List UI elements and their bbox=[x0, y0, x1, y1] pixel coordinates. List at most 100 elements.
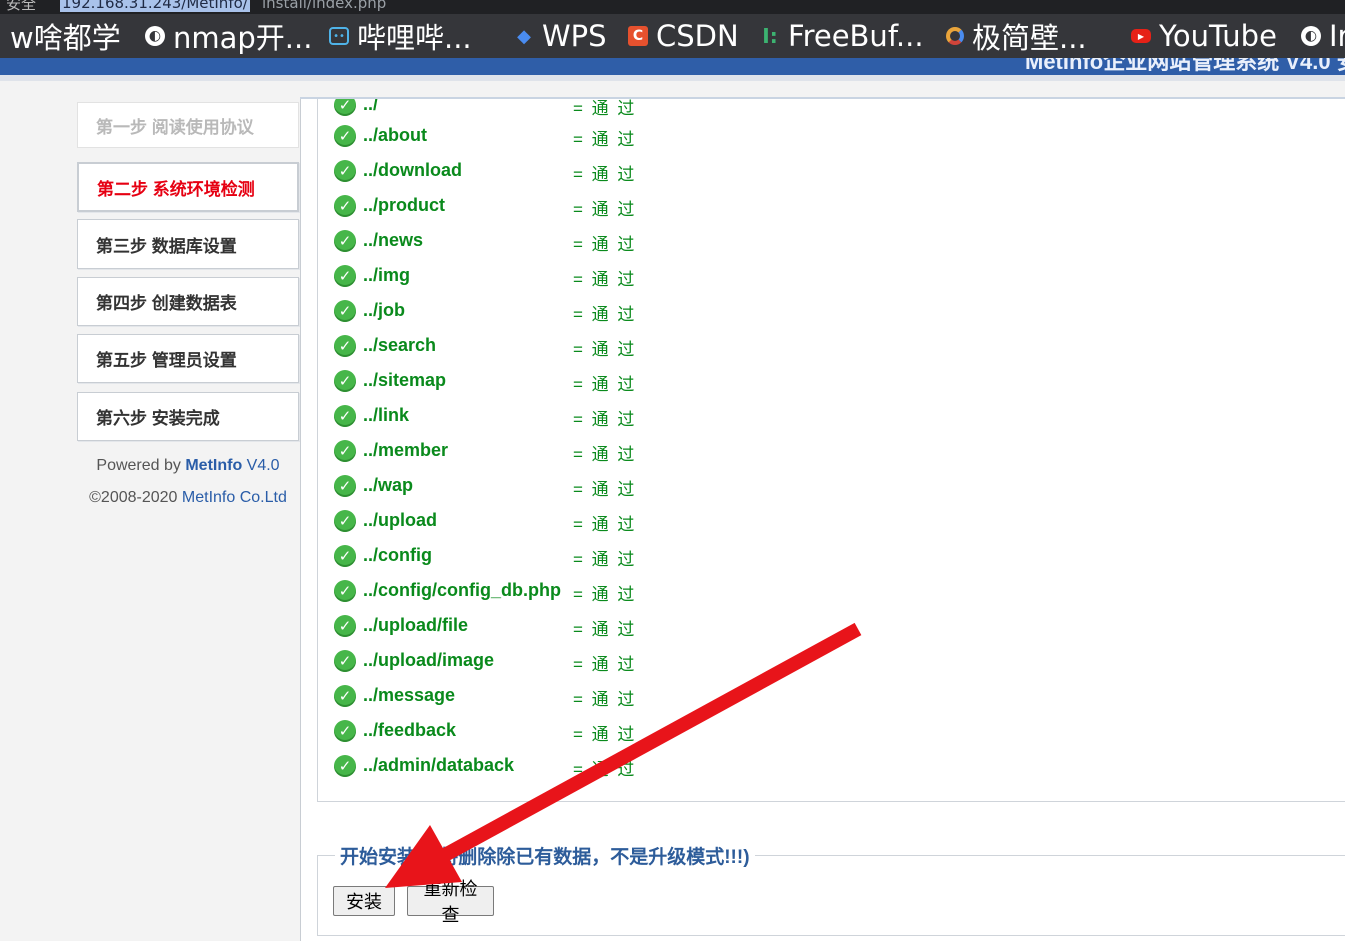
page-header: MetInfo企业网站管理系统 V4.0 安装 bbox=[0, 58, 1345, 75]
bookmark-label: WPS bbox=[542, 19, 607, 53]
check-result: = 通 过 bbox=[573, 585, 637, 604]
url-selected-text[interactable]: 192.168.31.243/MetInfo/ bbox=[60, 0, 250, 12]
check-row: ✓ ../sitemap = 通 过 bbox=[334, 366, 634, 396]
globe-icon: ◐ bbox=[1301, 26, 1321, 46]
bookmark-label: FreeBuf... bbox=[788, 19, 924, 53]
bookmark-item[interactable]: ▶ YouTube bbox=[1131, 14, 1277, 58]
check-pass-icon: ✓ bbox=[334, 755, 356, 777]
step-install-complete[interactable]: 第六步 安装完成 bbox=[77, 392, 299, 441]
metinfo-link[interactable]: MetInfo bbox=[185, 457, 242, 474]
step-create-tables[interactable]: 第四步 创建数据表 bbox=[77, 277, 299, 326]
check-row: ✓ ../download = 通 过 bbox=[334, 156, 634, 186]
check-path: ../wap bbox=[363, 475, 414, 495]
check-pass-icon: ✓ bbox=[334, 125, 356, 147]
check-path: ../feedback bbox=[363, 720, 457, 740]
bookmark-item[interactable]: ◐ Ir bbox=[1301, 14, 1345, 58]
check-pass-icon: ✓ bbox=[334, 650, 356, 672]
check-row: ✓ ../link = 通 过 bbox=[334, 401, 634, 431]
check-pass-icon: ✓ bbox=[334, 720, 356, 742]
metinfo-company-link[interactable]: MetInfo Co.Ltd bbox=[182, 489, 287, 506]
check-path: ../member bbox=[363, 440, 449, 460]
check-row: ✓ ../admin/databack = 通 过 bbox=[334, 751, 634, 781]
check-result: = 通 过 bbox=[573, 725, 637, 744]
bookmark-item[interactable]: w啥都学 bbox=[10, 14, 121, 58]
check-row: ✓ ../about = 通 过 bbox=[334, 121, 634, 151]
page-title: MetInfo企业网站管理系统 V4.0 安装 bbox=[1025, 58, 1345, 74]
check-pass-icon: ✓ bbox=[334, 510, 356, 532]
check-result: = 通 过 bbox=[573, 620, 637, 639]
bookmark-item[interactable]: I: FreeBuf... bbox=[760, 14, 924, 58]
jijian-icon bbox=[946, 27, 964, 45]
bookmark-label: Ir bbox=[1329, 19, 1345, 53]
install-button[interactable]: 安装 bbox=[333, 886, 395, 916]
check-result: = 通 过 bbox=[573, 410, 637, 429]
check-row: ✓ ../upload/file = 通 过 bbox=[334, 611, 634, 641]
youtube-icon: ▶ bbox=[1131, 29, 1151, 43]
check-result: = 通 过 bbox=[573, 690, 637, 709]
check-path: ../upload/file bbox=[363, 615, 469, 635]
csdn-icon: C bbox=[628, 26, 648, 46]
check-result: = 通 过 bbox=[573, 480, 637, 499]
check-result: = 通 过 bbox=[573, 375, 637, 394]
check-path: ../message bbox=[363, 685, 456, 705]
step-environment-check[interactable]: 第二步 系统环境检测 bbox=[77, 162, 299, 212]
bookmark-item[interactable]: 极简壁... bbox=[946, 14, 1087, 58]
check-path: ../admin/databack bbox=[363, 755, 515, 775]
freebuf-icon: I: bbox=[762, 24, 778, 48]
check-result: = 通 过 bbox=[573, 270, 637, 289]
bookmark-label: nmap开... bbox=[173, 21, 313, 55]
panel-top-border bbox=[300, 97, 1345, 99]
copyright-text: ©2008-2020 bbox=[89, 489, 182, 506]
step-database-settings[interactable]: 第三步 数据库设置 bbox=[77, 219, 299, 269]
recheck-button[interactable]: 重新检查 bbox=[407, 879, 494, 926]
check-pass-icon: ✓ bbox=[334, 300, 356, 322]
check-pass-icon: ✓ bbox=[334, 335, 356, 357]
check-row: ✓ ../member = 通 过 bbox=[334, 436, 634, 466]
bookmark-item[interactable]: ◐ nmap开... bbox=[145, 14, 312, 58]
url-text[interactable]: install/index.php bbox=[262, 0, 386, 12]
step-label: 第四步 创建数据表 bbox=[96, 294, 237, 313]
check-path: ../config bbox=[363, 545, 432, 565]
step-label: 第三步 数据库设置 bbox=[96, 236, 237, 256]
address-bar[interactable]: 安全 192.168.31.243/MetInfo/ install/index… bbox=[0, 0, 1345, 14]
bookmark-item[interactable]: C CSDN bbox=[628, 14, 739, 58]
check-path: ../search bbox=[363, 335, 437, 355]
bookmark-label: CSDN bbox=[656, 19, 739, 53]
bookmark-item[interactable]: ◆ WPS bbox=[514, 14, 607, 58]
check-path: ../upload bbox=[363, 510, 437, 530]
check-result: = 通 过 bbox=[573, 655, 637, 674]
check-pass-icon: ✓ bbox=[334, 265, 356, 287]
powered-by-text: Powered by bbox=[96, 457, 186, 474]
bookmark-item[interactable]: •• 哔哩哔... bbox=[329, 14, 472, 58]
check-path: ../product bbox=[363, 195, 445, 215]
check-result: = 通 过 bbox=[573, 305, 637, 324]
check-row: ✓ ../job = 通 过 bbox=[334, 296, 634, 326]
check-pass-icon: ✓ bbox=[334, 685, 356, 707]
bookmark-label: 哔哩哔... bbox=[357, 21, 472, 55]
check-path: ../link bbox=[363, 405, 410, 425]
metinfo-version-link[interactable]: V4.0 bbox=[242, 457, 280, 474]
check-row: ✓ ../news = 通 过 bbox=[334, 226, 634, 256]
bilibili-icon: •• bbox=[329, 27, 349, 45]
security-label: 安全 bbox=[6, 0, 37, 13]
check-path: ../download bbox=[363, 160, 462, 180]
install-legend: 开始安装? (将删除除已有数据，不是升级模式!!!) bbox=[335, 842, 755, 869]
check-path: ../config/config_db.php bbox=[363, 580, 561, 600]
check-pass-icon: ✓ bbox=[334, 405, 356, 427]
check-result: = 通 过 bbox=[573, 130, 637, 149]
check-row: ✓ ../upload = 通 过 bbox=[334, 506, 634, 536]
bookmark-label: YouTube bbox=[1159, 19, 1277, 53]
check-result: = 通 过 bbox=[573, 340, 637, 359]
check-result: = 通 过 bbox=[573, 515, 637, 534]
check-path: ../job bbox=[363, 300, 405, 320]
step-admin-settings[interactable]: 第五步 管理员设置 bbox=[77, 334, 299, 383]
check-pass-icon: ✓ bbox=[334, 195, 356, 217]
step-read-agreement[interactable]: 第一步 阅读使用协议 bbox=[77, 102, 299, 148]
check-row: ✓ ../search = 通 过 bbox=[334, 331, 634, 361]
check-pass-icon: ✓ bbox=[334, 475, 356, 497]
check-row: ✓ ../product = 通 过 bbox=[334, 191, 634, 221]
bookmark-label: 极简壁... bbox=[972, 21, 1087, 55]
check-path: ../news bbox=[363, 230, 424, 250]
check-result: = 通 过 bbox=[573, 200, 637, 219]
check-pass-icon: ✓ bbox=[334, 545, 356, 567]
